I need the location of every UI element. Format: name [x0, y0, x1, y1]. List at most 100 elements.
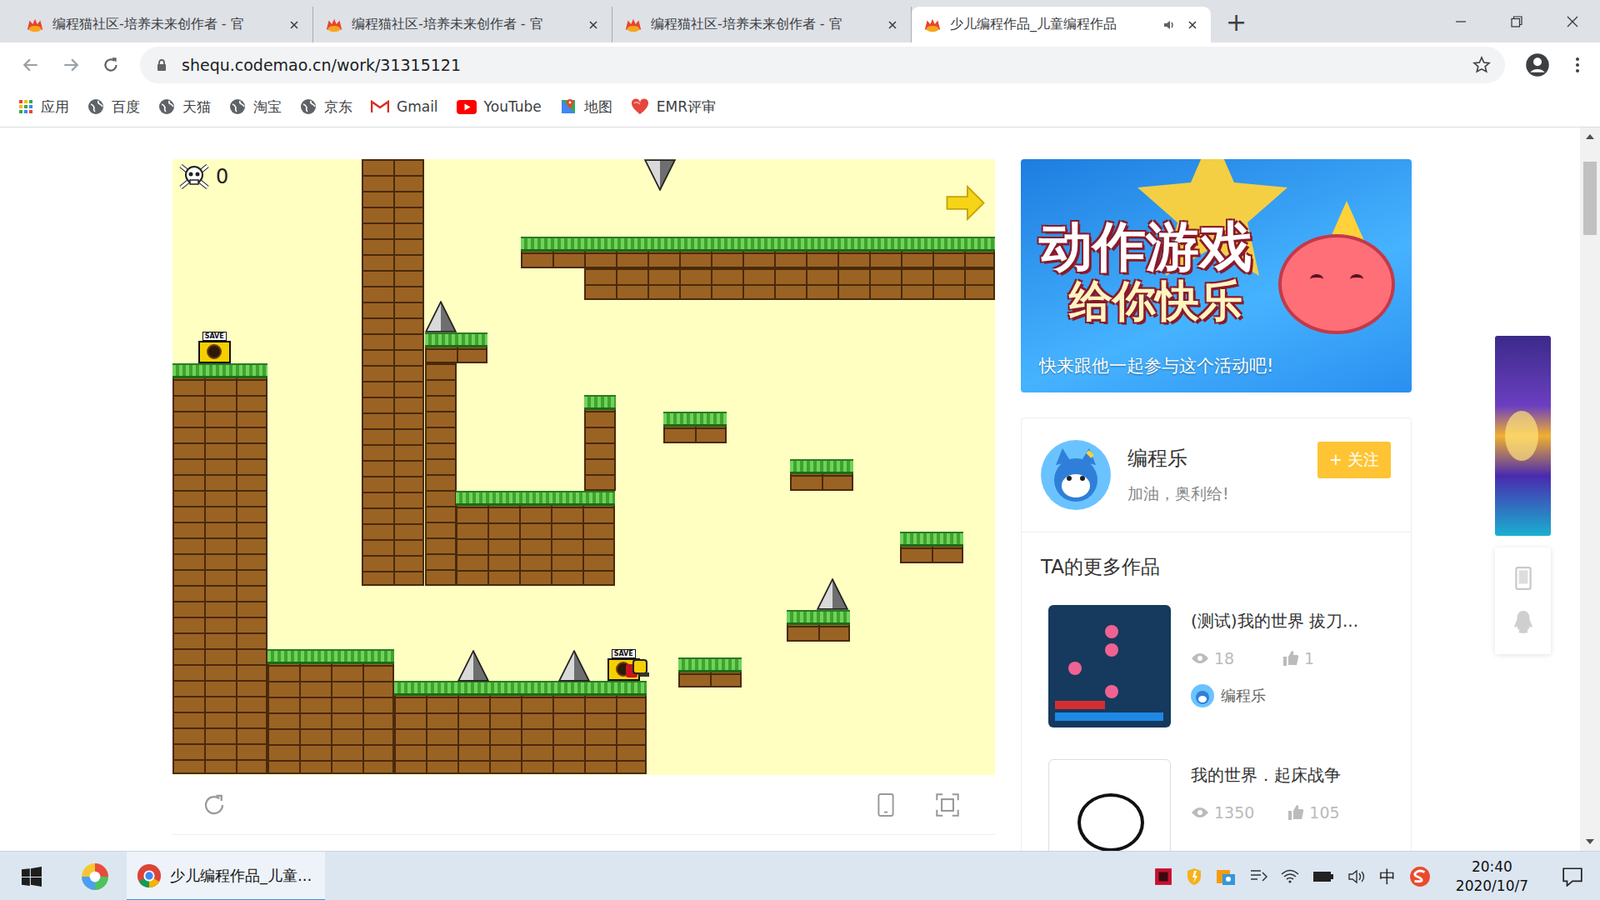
browser-tab[interactable]: 编程猫社区-培养未来创作者 - 官 — [612, 6, 912, 43]
banner-caption: 快来跟他一起参与这个活动吧! — [1039, 354, 1412, 378]
page: SAVE SAVE 0 动作游戏 给你快乐 快来跟他一起参与这个活动吧! 编程乐… — [0, 127, 1600, 851]
address-bar[interactable]: shequ.codemao.cn/work/31315121 — [140, 46, 1505, 84]
grass-top — [900, 531, 964, 547]
speaker-icon[interactable] — [1162, 18, 1176, 32]
bookmark[interactable]: 京东 — [300, 97, 353, 117]
skull-crossbones-icon — [177, 162, 211, 191]
menu-icon[interactable] — [1563, 50, 1592, 80]
clock[interactable]: 20:40 2020/10/7 — [1444, 857, 1540, 896]
author-name[interactable]: 编程乐 — [1127, 445, 1301, 472]
sogou-icon[interactable] — [1409, 865, 1431, 888]
follow-button[interactable]: + 关注 — [1317, 441, 1391, 479]
bookmark[interactable]: 地图 — [560, 97, 613, 117]
browser-360-icon[interactable] — [63, 851, 127, 900]
close-tab-icon[interactable] — [585, 16, 602, 34]
browser-tab[interactable]: 编程猫社区-培养未来创作者 - 官 — [313, 6, 613, 43]
bookmark[interactable]: Gmail — [370, 98, 439, 115]
minimize-icon[interactable] — [1432, 0, 1489, 43]
bookmark[interactable]: 天猫 — [158, 97, 211, 117]
work-item[interactable]: (测试)我的世界 拔刀... 18 1 编程乐 — [1040, 605, 1391, 728]
back-icon[interactable] — [16, 50, 45, 80]
windows-start-icon[interactable] — [0, 851, 64, 900]
taskbar-app-title: 少儿编程作品_儿童... — [170, 865, 312, 886]
close-tab-icon[interactable] — [1184, 16, 1201, 34]
codemao-icon — [624, 15, 643, 35]
close-tab-icon[interactable] — [884, 16, 901, 34]
bookmark[interactable]: 应用 — [18, 97, 70, 117]
grass-top — [520, 236, 995, 252]
save-label: SAVE — [611, 649, 636, 659]
bookmark-star-icon[interactable] — [1471, 55, 1492, 75]
floating-ad[interactable] — [1495, 335, 1551, 536]
heart-icon — [630, 98, 650, 115]
battery-icon[interactable] — [1312, 870, 1335, 883]
event-banner[interactable]: 动作游戏 给你快乐 快来跟他一起参与这个活动吧! — [1020, 159, 1412, 393]
profile-icon[interactable] — [1523, 50, 1552, 80]
author-motto: 加油，奥利给! — [1127, 483, 1301, 505]
spike-icon — [425, 300, 457, 333]
close-window-icon[interactable] — [1544, 0, 1600, 43]
app-tray-icon[interactable] — [1154, 867, 1173, 886]
browser-tab[interactable]: 少儿编程作品_儿童编程作品 — [911, 6, 1211, 43]
work-author[interactable]: 编程乐 — [1190, 684, 1391, 708]
save-label: SAVE — [202, 331, 227, 341]
browser-tab[interactable]: 编程猫社区-培养未来创作者 - 官 — [14, 6, 314, 43]
player-character — [625, 657, 649, 681]
tab-title: 编程猫社区-培养未来创作者 - 官 — [351, 15, 577, 34]
game-player: SAVE SAVE 0 — [172, 159, 995, 835]
grass-top — [663, 411, 727, 427]
work-item[interactable]: 我的世界．起床战争 1350 105 — [1040, 759, 1391, 851]
system-tray: 中 20:40 2020/10/7 — [1154, 851, 1600, 900]
grass-top — [394, 680, 648, 696]
work-title: 我的世界．起床战争 — [1190, 764, 1391, 787]
bookmark-label: EMR评审 — [656, 97, 716, 117]
game-canvas[interactable]: SAVE SAVE 0 — [172, 159, 995, 775]
new-tab-button[interactable]: + — [1210, 5, 1262, 43]
lock-icon — [155, 58, 169, 72]
fullscreen-icon[interactable] — [935, 792, 960, 818]
bookmark[interactable]: 淘宝 — [229, 97, 282, 117]
bookmark[interactable]: EMR评审 — [630, 97, 716, 117]
ground-block — [172, 363, 268, 775]
qq-penguin-icon[interactable] — [1512, 610, 1535, 635]
sidebar: 动作游戏 给你快乐 快来跟他一起参与这个活动吧! 编程乐 加油，奥利给! + 关… — [1020, 159, 1412, 851]
view-count: 1350 — [1190, 803, 1255, 822]
gmail-icon — [370, 100, 390, 114]
notification-icon[interactable] — [1553, 866, 1592, 887]
bookmark-label: 百度 — [111, 97, 140, 117]
taskbar-app[interactable]: 少儿编程作品_儿童... — [126, 851, 325, 900]
clock-date: 2020/10/7 — [1455, 876, 1529, 896]
shield-icon[interactable] — [1185, 867, 1203, 886]
tab-strip: 编程猫社区-培养未来创作者 - 官 编程猫社区-培养未来创作者 - 官 编程猫社… — [0, 0, 1600, 43]
desktop: 编程猫社区-培养未来创作者 - 官 编程猫社区-培养未来创作者 - 官 编程猫社… — [0, 0, 1600, 900]
view-count: 18 — [1190, 649, 1250, 668]
ime-indicator[interactable]: 中 — [1379, 865, 1396, 889]
restore-icon[interactable] — [1488, 0, 1545, 43]
more-works: TA的更多作品 (测试)我的世界 拔刀... 18 1 编程乐 我的世界．起床战… — [1021, 532, 1411, 851]
taskbar: 少儿编程作品_儿童... 中 20:40 2020/10/7 — [0, 850, 1600, 900]
reload-icon[interactable] — [96, 50, 125, 80]
forward-icon[interactable] — [56, 50, 85, 80]
bookmark-label: 淘宝 — [253, 97, 282, 117]
message-icon[interactable] — [1249, 868, 1268, 885]
ground-block — [678, 657, 742, 689]
people-icon[interactable] — [1215, 867, 1236, 886]
author-avatar-icon — [1190, 684, 1215, 708]
bookmark[interactable]: 百度 — [87, 97, 140, 117]
bookmark[interactable]: YouTube — [456, 98, 542, 115]
grass-top — [425, 332, 489, 348]
bookmark-label: 天猫 — [182, 97, 211, 117]
player-toolbar — [172, 775, 995, 835]
avatar-icon[interactable] — [1040, 440, 1111, 510]
codemao-icon — [325, 15, 344, 35]
scrollbar[interactable] — [1580, 127, 1600, 851]
ground-block — [790, 459, 854, 491]
like-count: 105 — [1287, 803, 1346, 822]
wifi-icon[interactable] — [1280, 869, 1300, 885]
close-tab-icon[interactable] — [285, 16, 303, 34]
phone-icon[interactable] — [876, 793, 895, 817]
volume-icon[interactable] — [1347, 869, 1366, 885]
mobile-icon[interactable] — [1514, 566, 1533, 590]
grass-top — [678, 657, 742, 673]
restart-icon[interactable] — [201, 792, 227, 818]
